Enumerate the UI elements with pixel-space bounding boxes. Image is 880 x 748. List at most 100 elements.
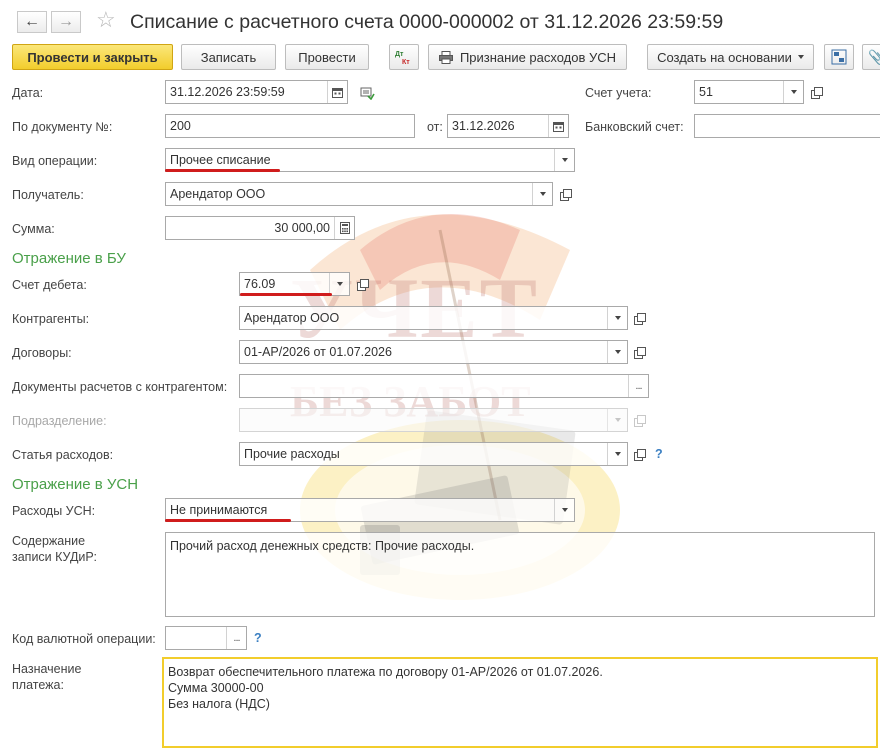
expense-item-field[interactable]: Прочие расходы bbox=[239, 442, 628, 466]
bank-account-field[interactable] bbox=[694, 114, 880, 138]
usn-recognition-button[interactable]: Признание расходов УСН bbox=[428, 44, 627, 70]
debit-open-button[interactable] bbox=[352, 274, 372, 294]
post-button[interactable]: Провести bbox=[285, 44, 369, 70]
recipient-label: Получатель: bbox=[12, 188, 84, 202]
dt-kt-icon: Дт Кт bbox=[395, 51, 410, 66]
expense-item-value: Прочие расходы bbox=[244, 447, 340, 461]
debit-account-value: 76.09 bbox=[244, 277, 276, 291]
currency-code-label: Код валютной операции: bbox=[12, 632, 156, 646]
usn-expenses-dropdown-button[interactable] bbox=[554, 499, 574, 521]
division-open-button bbox=[629, 410, 649, 430]
account-dropdown-button[interactable] bbox=[783, 81, 803, 103]
open-icon bbox=[633, 312, 646, 325]
counterparties-open-button[interactable] bbox=[629, 308, 649, 328]
dt-kt-button[interactable]: Дт Кт bbox=[389, 44, 419, 70]
operation-dropdown-button[interactable] bbox=[554, 149, 574, 171]
open-icon bbox=[810, 86, 823, 99]
chevron-down-icon bbox=[614, 452, 621, 456]
expense-item-open-button[interactable] bbox=[629, 444, 649, 464]
chevron-down-icon bbox=[561, 508, 568, 512]
recipient-field[interactable]: Арендатор ООО bbox=[165, 182, 553, 206]
expense-item-dropdown-button[interactable] bbox=[607, 443, 627, 465]
operation-value: Прочее списание bbox=[170, 153, 271, 167]
usn-expenses-underline bbox=[165, 519, 291, 522]
amount-value: 30 000,00 bbox=[274, 221, 330, 235]
recipient-dropdown-button[interactable] bbox=[532, 183, 552, 205]
chevron-down-icon bbox=[561, 158, 568, 162]
debit-dropdown-button[interactable] bbox=[329, 273, 349, 295]
chevron-down-icon bbox=[614, 316, 621, 320]
kudir-textarea[interactable]: Прочий расход денежных средств: Прочие р… bbox=[165, 532, 875, 617]
amount-field[interactable]: 30 000,00 bbox=[165, 216, 355, 240]
arrow-left-icon: ← bbox=[24, 13, 40, 30]
contracts-open-button[interactable] bbox=[629, 342, 649, 362]
open-icon bbox=[633, 346, 646, 359]
kudir-label-line1: Содержание bbox=[12, 534, 86, 548]
structure-icon bbox=[831, 49, 847, 65]
settlement-docs-select-button[interactable]: ... bbox=[628, 375, 648, 397]
counterparties-label: Контрагенты: bbox=[12, 312, 90, 326]
settlement-docs-field[interactable]: ... bbox=[239, 374, 649, 398]
counterparties-dropdown-button[interactable] bbox=[607, 307, 627, 329]
open-icon bbox=[559, 188, 572, 201]
calendar-button[interactable] bbox=[327, 81, 347, 103]
calendar-icon bbox=[332, 87, 343, 98]
contracts-field[interactable]: 01-АР/2026 от 01.07.2026 bbox=[239, 340, 628, 364]
paperclip-icon: 📎 bbox=[868, 48, 880, 65]
post-and-close-button[interactable]: Провести и закрыть bbox=[12, 44, 173, 70]
back-button[interactable]: ← bbox=[17, 11, 47, 33]
calculator-button[interactable] bbox=[334, 217, 354, 239]
division-field bbox=[239, 408, 628, 432]
kudir-text: Прочий расход денежных средств: Прочие р… bbox=[170, 539, 475, 553]
chevron-down-icon bbox=[614, 418, 621, 422]
payment-purpose-label-line1: Назначение bbox=[12, 662, 82, 676]
currency-code-help-icon[interactable]: ? bbox=[254, 631, 262, 645]
account-field[interactable]: 51 bbox=[694, 80, 804, 104]
chevron-down-icon bbox=[539, 192, 546, 196]
counterparties-value: Арендатор ООО bbox=[244, 311, 340, 325]
currency-code-select-button[interactable]: ... bbox=[226, 627, 246, 649]
account-value: 51 bbox=[699, 85, 713, 99]
payment-purpose-line: Без налога (НДС) bbox=[168, 697, 270, 711]
svg-text:Дт: Дт bbox=[395, 51, 404, 58]
account-label: Счет учета: bbox=[585, 86, 652, 100]
debit-label: Счет дебета: bbox=[12, 278, 87, 292]
payment-purpose-line: Сумма 30000-00 bbox=[168, 681, 264, 695]
create-based-on-button[interactable]: Создать на основании bbox=[647, 44, 814, 70]
expense-item-help-icon[interactable]: ? bbox=[655, 447, 663, 461]
currency-code-field[interactable]: ... bbox=[165, 626, 247, 650]
doc-date-field[interactable]: 31.12.2026 bbox=[447, 114, 569, 138]
amount-label: Сумма: bbox=[12, 222, 55, 236]
date-field[interactable]: 31.12.2026 23:59:59 bbox=[165, 80, 348, 104]
payment-purpose-line: Возврат обеспечительного платежа по дого… bbox=[168, 665, 603, 679]
chevron-down-icon bbox=[336, 282, 343, 286]
printer-icon bbox=[438, 50, 453, 64]
counterparties-field[interactable]: Арендатор ООО bbox=[239, 306, 628, 330]
doc-number-field[interactable]: 200 bbox=[165, 114, 415, 138]
contracts-label: Договоры: bbox=[12, 346, 72, 360]
bank-account-label: Банковский счет: bbox=[585, 120, 684, 134]
date-value: 31.12.2026 23:59:59 bbox=[170, 85, 285, 99]
settlement-docs-label: Документы расчетов с контрагентом: bbox=[12, 380, 228, 394]
doc-date-value: 31.12.2026 bbox=[452, 119, 515, 133]
division-label: Подразделение: bbox=[12, 414, 107, 428]
bu-section-title: Отражение в БУ bbox=[12, 250, 126, 267]
favorite-star-icon[interactable]: ☆ bbox=[96, 9, 116, 31]
save-button[interactable]: Записать bbox=[181, 44, 276, 70]
open-icon bbox=[633, 448, 646, 461]
payment-purpose-textarea[interactable]: Возврат обеспечительного платежа по дого… bbox=[162, 657, 878, 748]
account-open-button[interactable] bbox=[806, 82, 826, 102]
contracts-dropdown-button[interactable] bbox=[607, 341, 627, 363]
recipient-open-button[interactable] bbox=[555, 184, 575, 204]
contracts-value: 01-АР/2026 от 01.07.2026 bbox=[244, 345, 392, 359]
forward-button[interactable]: → bbox=[51, 11, 81, 33]
attach-button[interactable]: 📎 bbox=[862, 44, 880, 70]
division-dropdown-button bbox=[607, 409, 627, 431]
edit-number-icon[interactable] bbox=[360, 86, 375, 103]
chevron-down-icon bbox=[797, 55, 804, 59]
operation-underline bbox=[165, 169, 280, 172]
usn-expenses-value: Не принимаются bbox=[170, 503, 268, 517]
usn-recognition-label: Признание расходов УСН bbox=[459, 49, 617, 65]
doc-calendar-button[interactable] bbox=[548, 115, 568, 137]
structure-button[interactable] bbox=[824, 44, 854, 70]
